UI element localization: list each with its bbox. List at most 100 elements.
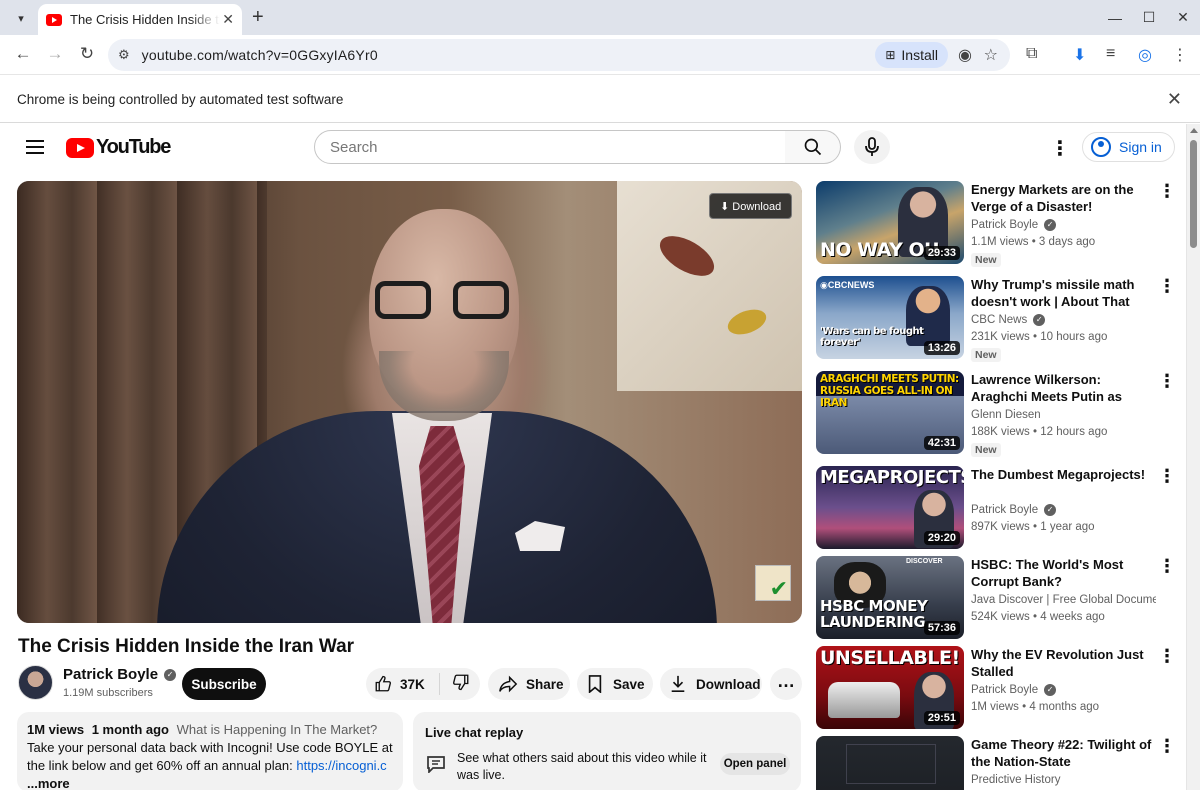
- save-button[interactable]: Save: [577, 668, 653, 700]
- rec-thumbnail[interactable]: ◉CBCNEWS 'Wars can be fought forever' 13…: [816, 276, 964, 359]
- share-label: Share: [526, 676, 564, 692]
- chrome-menu-icon[interactable]: ⋮: [1172, 45, 1188, 65]
- channel-name[interactable]: Patrick Boyle ✓: [63, 666, 177, 683]
- rec-more-icon[interactable]: ⋮: [1158, 371, 1176, 392]
- dislike-button[interactable]: [440, 673, 470, 696]
- subscribe-button[interactable]: Subscribe: [182, 668, 266, 700]
- share-button[interactable]: Share: [488, 668, 570, 700]
- sign-in-button[interactable]: Sign in: [1082, 132, 1175, 162]
- bookmark-star-icon[interactable]: ☆: [984, 45, 998, 65]
- forward-icon[interactable]: →: [44, 44, 66, 64]
- rec-title[interactable]: Energy Markets are on the Verge of a Dis…: [971, 181, 1156, 215]
- rec-more-icon[interactable]: ⋮: [1158, 646, 1176, 667]
- rec-thumbnail[interactable]: [816, 736, 964, 790]
- channel-watermark-icon[interactable]: [755, 565, 791, 601]
- recommendation-item[interactable]: ARAGHCHI MEETS PUTIN: RUSSIA GOES ALL-IN…: [816, 371, 1186, 457]
- download-button[interactable]: Download: [660, 668, 762, 700]
- rec-title[interactable]: Game Theory #22: Twilight of the Nation-…: [971, 736, 1156, 770]
- rec-channel[interactable]: Predictive History: [971, 774, 1156, 786]
- description-box[interactable]: 1M views 1 month ago What is Happening I…: [17, 712, 403, 790]
- recommendation-item[interactable]: UNSELLABLE! 29:51 Why the EV Revolution …: [816, 646, 1186, 732]
- rec-title[interactable]: Why the EV Revolution Just Stalled: [971, 646, 1156, 680]
- rec-title[interactable]: Why Trump's missile math doesn't work | …: [971, 276, 1156, 310]
- voice-search-button[interactable]: [854, 130, 890, 164]
- rec-thumbnail[interactable]: DISCOVER HSBC MONEY LAUNDERING 57:36: [816, 556, 964, 639]
- extensions-icon[interactable]: ⧉: [1026, 45, 1037, 63]
- tracking-protection-icon[interactable]: ◉: [958, 45, 972, 65]
- download-icon[interactable]: ⬇: [1073, 45, 1086, 65]
- recommendation-item[interactable]: ◉CBCNEWS 'Wars can be fought forever' 13…: [816, 276, 1186, 362]
- rec-channel-name[interactable]: Patrick Boyle: [971, 219, 1038, 231]
- url-text[interactable]: youtube.com/watch?v=0GGxyIA6Yr0: [142, 47, 378, 63]
- rec-new-badge: New: [971, 253, 1001, 267]
- rec-thumbnail[interactable]: MEGAPROJECTS 29:20: [816, 466, 964, 549]
- rec-title[interactable]: The Dumbest Megaprojects!: [971, 466, 1156, 483]
- tab-close-icon[interactable]: ✕: [222, 11, 234, 28]
- rec-channel[interactable]: CBC News ✓: [971, 314, 1156, 326]
- download-arrow-icon: [671, 675, 685, 693]
- more-actions-button[interactable]: …: [770, 668, 802, 700]
- rec-thumbnail[interactable]: NO WAY OU 29:33: [816, 181, 964, 264]
- description-more-button[interactable]: ...more: [27, 776, 70, 790]
- rec-channel[interactable]: Patrick Boyle ✓: [971, 504, 1156, 516]
- youtube-logo[interactable]: YouTube: [66, 136, 171, 159]
- search-input[interactable]: Search: [314, 130, 786, 164]
- rec-channel[interactable]: Glenn Diesen: [971, 409, 1156, 421]
- open-panel-button[interactable]: Open panel: [720, 753, 790, 775]
- description-link[interactable]: https://incogni.c: [296, 758, 386, 773]
- recommendation-item[interactable]: Game Theory #22: Twilight of the Nation-…: [816, 736, 1186, 790]
- rec-thumbnail[interactable]: UNSELLABLE! 29:51: [816, 646, 964, 729]
- rec-title[interactable]: HSBC: The World's Most Corrupt Bank?: [971, 556, 1156, 590]
- rec-more-icon[interactable]: ⋮: [1158, 556, 1176, 577]
- media-controls-icon[interactable]: ≡: [1106, 45, 1115, 63]
- address-bar[interactable]: ⚙ youtube.com/watch?v=0GGxyIA6Yr0 ⊞ Inst…: [108, 39, 1010, 71]
- channel-avatar[interactable]: [18, 665, 53, 700]
- profile-icon[interactable]: ◎: [1138, 45, 1152, 65]
- player-download-chip[interactable]: ⬇ Download: [709, 193, 793, 219]
- rec-channel[interactable]: Patrick Boyle ✓: [971, 219, 1156, 231]
- minimize-icon[interactable]: —: [1098, 10, 1132, 26]
- rec-duration: 29:51: [923, 711, 960, 725]
- page-scrollbar[interactable]: [1186, 124, 1200, 790]
- reload-icon[interactable]: ↻: [76, 44, 98, 64]
- install-button[interactable]: ⊞ Install: [875, 42, 948, 68]
- rec-more-icon[interactable]: ⋮: [1158, 736, 1176, 757]
- rec-channel-name[interactable]: Patrick Boyle: [971, 684, 1038, 696]
- rec-thumbnail[interactable]: ARAGHCHI MEETS PUTIN: RUSSIA GOES ALL-IN…: [816, 371, 964, 454]
- search-button[interactable]: [785, 130, 841, 164]
- youtube-play-icon: [66, 137, 94, 158]
- settings-menu-icon[interactable]: ⋮: [1050, 136, 1070, 161]
- channel-name-text[interactable]: Patrick Boyle: [63, 666, 158, 683]
- video-player[interactable]: ⬇ Download: [17, 181, 802, 623]
- rec-channel-name[interactable]: Java Discover | Free Global Documentari…: [971, 594, 1156, 606]
- new-tab-button[interactable]: +: [252, 6, 264, 28]
- scrollbar-thumb[interactable]: [1190, 140, 1197, 248]
- browser-tab[interactable]: The Crisis Hidden Inside the Iran War ✕: [38, 4, 242, 35]
- close-window-icon[interactable]: ✕: [1166, 9, 1200, 26]
- rec-channel-name[interactable]: CBC News: [971, 314, 1027, 326]
- rec-channel-name[interactable]: Patrick Boyle: [971, 504, 1038, 516]
- subscriber-count: 1.19M subscribers: [63, 687, 153, 699]
- back-icon[interactable]: ←: [12, 44, 34, 64]
- tab-search-dropdown[interactable]: ▾: [8, 6, 34, 30]
- rec-channel[interactable]: Java Discover | Free Global Documentari…: [971, 594, 1156, 606]
- scroll-up-arrow-icon[interactable]: [1190, 128, 1198, 133]
- rec-more-icon[interactable]: ⋮: [1158, 181, 1176, 202]
- rec-channel[interactable]: Patrick Boyle ✓: [971, 684, 1156, 696]
- guide-menu-icon[interactable]: [26, 140, 44, 158]
- recommendation-item[interactable]: MEGAPROJECTS 29:20 The Dumbest Megaproje…: [816, 466, 1186, 552]
- live-chat-text: See what others said about this video wh…: [457, 751, 707, 782]
- video-title: The Crisis Hidden Inside the Iran War: [18, 636, 355, 657]
- recommendation-item[interactable]: NO WAY OU 29:33 Energy Markets are on th…: [816, 181, 1186, 267]
- infobar-close-icon[interactable]: ✕: [1167, 89, 1182, 110]
- rec-views: 231K views • 10 hours ago: [971, 331, 1108, 343]
- rec-title[interactable]: Lawrence Wilkerson: Araghchi Meets Putin…: [971, 371, 1156, 405]
- like-button[interactable]: 37K: [366, 673, 440, 695]
- rec-channel-name[interactable]: Glenn Diesen: [971, 409, 1041, 421]
- rec-more-icon[interactable]: ⋮: [1158, 466, 1176, 487]
- rec-channel-name[interactable]: Predictive History: [971, 774, 1060, 786]
- site-info-icon[interactable]: ⚙: [118, 47, 130, 63]
- maximize-icon[interactable]: ☐: [1132, 9, 1166, 26]
- rec-more-icon[interactable]: ⋮: [1158, 276, 1176, 297]
- recommendation-item[interactable]: DISCOVER HSBC MONEY LAUNDERING 57:36 HSB…: [816, 556, 1186, 642]
